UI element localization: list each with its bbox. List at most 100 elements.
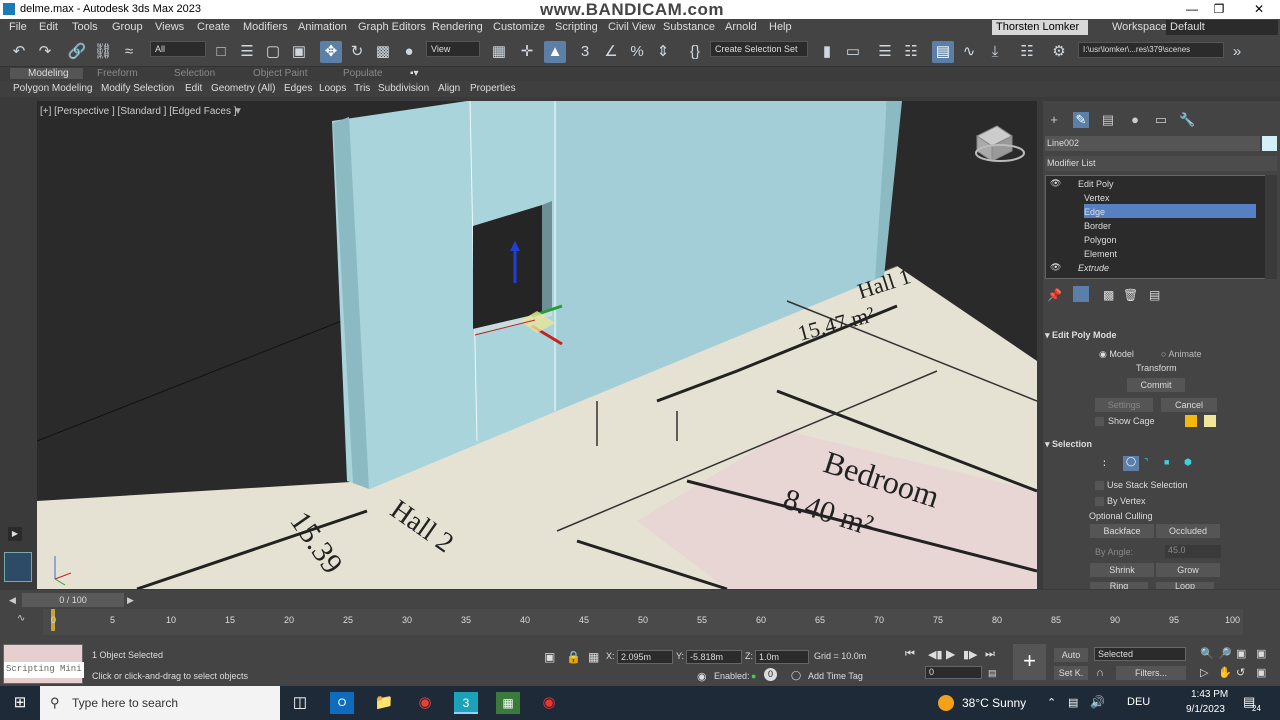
mirror-icon[interactable]: ▮ xyxy=(816,41,838,63)
ribbon-edit[interactable]: Edit xyxy=(185,83,202,94)
tab-populate[interactable]: Populate xyxy=(343,68,382,79)
cage-selected-color-swatch[interactable] xyxy=(1204,415,1216,427)
rollout-selection[interactable]: ▾ Selection xyxy=(1045,439,1275,453)
language-indicator[interactable]: DEU xyxy=(1127,696,1150,708)
expand-toolbar-icon[interactable]: » xyxy=(1226,41,1248,63)
set-key-icon[interactable]: + xyxy=(1013,644,1046,680)
undo-icon[interactable]: ↶ xyxy=(8,41,30,63)
loop-button[interactable]: Loop xyxy=(1156,582,1214,589)
by-vertex-checkbox[interactable] xyxy=(1095,497,1104,506)
stack-item-element[interactable]: Element xyxy=(1084,249,1117,259)
perspective-viewport[interactable]: [+] [Perspective ] [Standard ] [Edged Fa… xyxy=(37,101,1037,589)
ribbon-align[interactable]: Align xyxy=(438,83,460,94)
bandicam-icon[interactable]: ◉ xyxy=(537,692,561,714)
modify-tab-icon[interactable]: ✎ xyxy=(1073,112,1089,128)
3dsmax-taskbar-icon[interactable]: 3 xyxy=(454,692,478,714)
menu-rendering[interactable]: Rendering xyxy=(432,21,483,33)
time-slider[interactable]: 0 / 100 xyxy=(22,593,124,607)
grow-button[interactable]: Grow xyxy=(1156,563,1220,577)
tab-selection[interactable]: Selection xyxy=(174,68,215,79)
key-tangent-icon[interactable]: ∩ xyxy=(1096,667,1104,679)
show-end-result-icon[interactable] xyxy=(1073,286,1089,302)
ribbon-loops[interactable]: Loops xyxy=(319,83,346,94)
tray-chevron-icon[interactable]: ⌃ xyxy=(1047,696,1056,709)
polygon-mode-icon[interactable]: ■ xyxy=(1164,457,1169,467)
network-icon[interactable]: ▤ xyxy=(1068,696,1078,709)
app-taskbar-icon[interactable]: ▦ xyxy=(496,692,520,714)
menu-arnold[interactable]: Arnold xyxy=(725,21,757,33)
scale-icon[interactable]: ▩ xyxy=(372,41,394,63)
motion-tab-icon[interactable]: ● xyxy=(1127,112,1143,128)
scene-explorer-icon[interactable]: ☰ xyxy=(874,41,896,63)
angle-spinner[interactable]: 45.0 xyxy=(1165,545,1221,558)
maximize-viewport-icon[interactable]: ▣ xyxy=(1256,666,1266,679)
zoom-extents-all-icon[interactable]: ▣ xyxy=(1256,647,1266,660)
menu-help[interactable]: Help xyxy=(769,21,792,33)
scripting-mini-input[interactable]: Scripting Mini xyxy=(4,662,84,678)
menu-modifiers[interactable]: Modifiers xyxy=(243,21,288,33)
workspace-dropdown[interactable]: Default xyxy=(1166,20,1278,35)
set-key-button[interactable]: Set K. xyxy=(1054,666,1088,680)
commit-button[interactable]: Commit xyxy=(1127,378,1185,392)
create-tab-icon[interactable]: + xyxy=(1046,112,1062,128)
menu-edit[interactable]: Edit xyxy=(39,21,58,33)
ribbon-properties[interactable]: Properties xyxy=(470,83,516,94)
configure-sets-icon[interactable]: ▤ xyxy=(1149,288,1160,302)
place-icon[interactable]: ● xyxy=(398,41,420,63)
select-object-icon[interactable]: □ xyxy=(210,41,232,63)
volume-icon[interactable]: 🔊 xyxy=(1090,695,1105,709)
fov-icon[interactable]: ▷ xyxy=(1200,666,1208,679)
show-cage-checkbox[interactable] xyxy=(1095,417,1104,426)
expand-layout-icon[interactable]: ▶ xyxy=(8,527,22,541)
object-color-swatch[interactable] xyxy=(1262,136,1277,151)
prev-frame-icon[interactable]: ◀ xyxy=(9,595,16,606)
named-selection-dropdown[interactable]: Create Selection Set xyxy=(710,41,808,57)
modifier-list-dropdown[interactable]: Modifier List xyxy=(1045,156,1277,171)
cancel-button[interactable]: Cancel xyxy=(1161,398,1217,412)
selection-filter-dropdown[interactable]: All xyxy=(150,41,206,57)
windows-start-icon[interactable]: ⊞ xyxy=(8,692,32,714)
material-editor-icon[interactable]: ☷ xyxy=(1016,41,1038,63)
rollout-edit-poly-mode[interactable]: ▾ Edit Poly Mode xyxy=(1045,330,1275,344)
occluded-button[interactable]: Occluded xyxy=(1156,524,1220,538)
element-mode-icon[interactable]: ⬢ xyxy=(1184,457,1192,468)
render-setup-icon[interactable]: ⚙ xyxy=(1048,41,1070,63)
redo-icon[interactable]: ↷ xyxy=(34,41,56,63)
edit-named-selection-icon[interactable]: {} xyxy=(684,41,706,63)
tab-object-paint[interactable]: Object Paint xyxy=(253,68,307,79)
file-explorer-icon[interactable]: 📁 xyxy=(372,692,396,714)
ribbon-geometry[interactable]: Geometry (All) xyxy=(211,83,275,94)
filters-button[interactable]: Filters... xyxy=(1116,666,1186,680)
add-time-tag-label[interactable]: Add Time Tag xyxy=(808,671,863,681)
clock-time[interactable]: 1:43 PM xyxy=(1191,689,1228,700)
display-tab-icon[interactable]: ▭ xyxy=(1153,112,1169,128)
stack-item-edit-poly[interactable]: Edit Poly xyxy=(1078,179,1114,189)
pivot-center-icon[interactable]: ▦ xyxy=(488,41,510,63)
menu-tools[interactable]: Tools xyxy=(72,21,98,33)
menu-civil-view[interactable]: Civil View xyxy=(608,21,655,33)
y-coordinate-field[interactable]: -5.818m xyxy=(686,650,742,664)
minimize-icon[interactable]: — xyxy=(1182,2,1202,17)
select-by-name-icon[interactable]: ☰ xyxy=(236,41,258,63)
percent-snap-icon[interactable]: % xyxy=(626,41,648,63)
chrome-icon[interactable]: ◉ xyxy=(413,692,437,714)
snap-icon[interactable]: 3 xyxy=(574,41,596,63)
viewport-filter-icon[interactable]: ▼ xyxy=(233,106,243,117)
menu-customize[interactable]: Customize xyxy=(493,21,545,33)
ribbon-tris[interactable]: Tris xyxy=(354,83,370,94)
zoom-icon[interactable]: 🔍 xyxy=(1200,647,1214,660)
reference-coord-dropdown[interactable]: View xyxy=(426,41,480,57)
ribbon-subdivision[interactable]: Subdivision xyxy=(378,83,429,94)
enabled-toggle[interactable]: 0 xyxy=(764,668,777,681)
lock-selection-icon[interactable]: 🔒 xyxy=(566,650,581,664)
menu-graph-editors[interactable]: Graph Editors xyxy=(358,21,426,33)
menu-views[interactable]: Views xyxy=(155,21,184,33)
maximize-icon[interactable]: ❐ xyxy=(1209,2,1229,17)
hierarchy-tab-icon[interactable]: ▤ xyxy=(1100,112,1116,128)
eye-icon[interactable]: 👁 xyxy=(1050,178,1061,189)
weather-icon[interactable] xyxy=(938,695,954,711)
weather-text[interactable]: 38°C Sunny xyxy=(962,696,1026,710)
time-tag-icon[interactable]: ◯ xyxy=(791,670,801,681)
menu-file[interactable]: File xyxy=(9,21,27,33)
remove-modifier-icon[interactable]: 🗑 xyxy=(1123,288,1138,302)
